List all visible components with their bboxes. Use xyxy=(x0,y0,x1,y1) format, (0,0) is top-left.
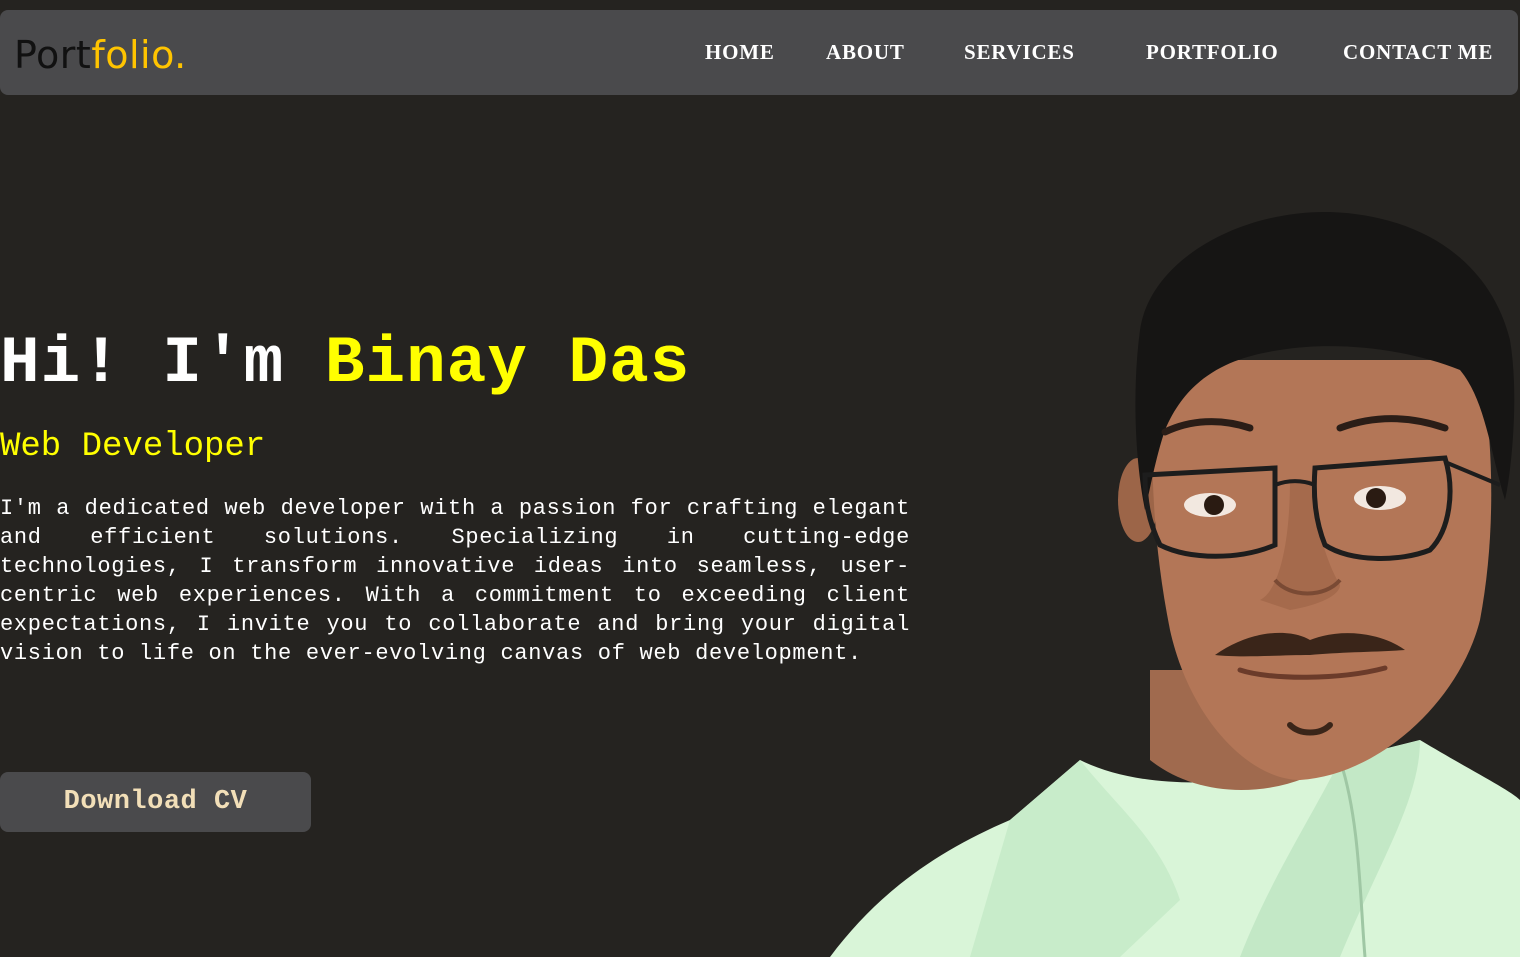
hero-title: Hi! I'm Binay Das xyxy=(0,327,690,401)
nav-link-services[interactable]: SERVICES xyxy=(964,40,1075,65)
navbar: Portfolio. HOME ABOUT SERVICES PORTFOLIO… xyxy=(0,10,1518,95)
hero-subtitle: Web Developer xyxy=(0,428,266,466)
hero-greeting: Hi! I'm xyxy=(0,326,285,401)
logo-part-2: folio xyxy=(91,33,175,77)
page: Portfolio. HOME ABOUT SERVICES PORTFOLIO… xyxy=(0,0,1520,957)
logo[interactable]: Portfolio. xyxy=(14,36,187,74)
person-portrait-photo xyxy=(830,211,1520,957)
nav-link-about[interactable]: ABOUT xyxy=(826,40,905,65)
nav-link-contact-me[interactable]: CONTACT ME xyxy=(1343,40,1493,65)
hero-description: I'm a dedicated web developer with a pas… xyxy=(0,496,910,666)
hero-name: Binay Das xyxy=(324,326,691,401)
download-cv-button[interactable]: Download CV xyxy=(0,772,311,832)
nav-link-portfolio[interactable]: PORTFOLIO xyxy=(1146,40,1278,65)
logo-dot: . xyxy=(174,33,187,77)
nav-link-home[interactable]: HOME xyxy=(705,40,775,65)
logo-part-1: Port xyxy=(14,33,92,77)
